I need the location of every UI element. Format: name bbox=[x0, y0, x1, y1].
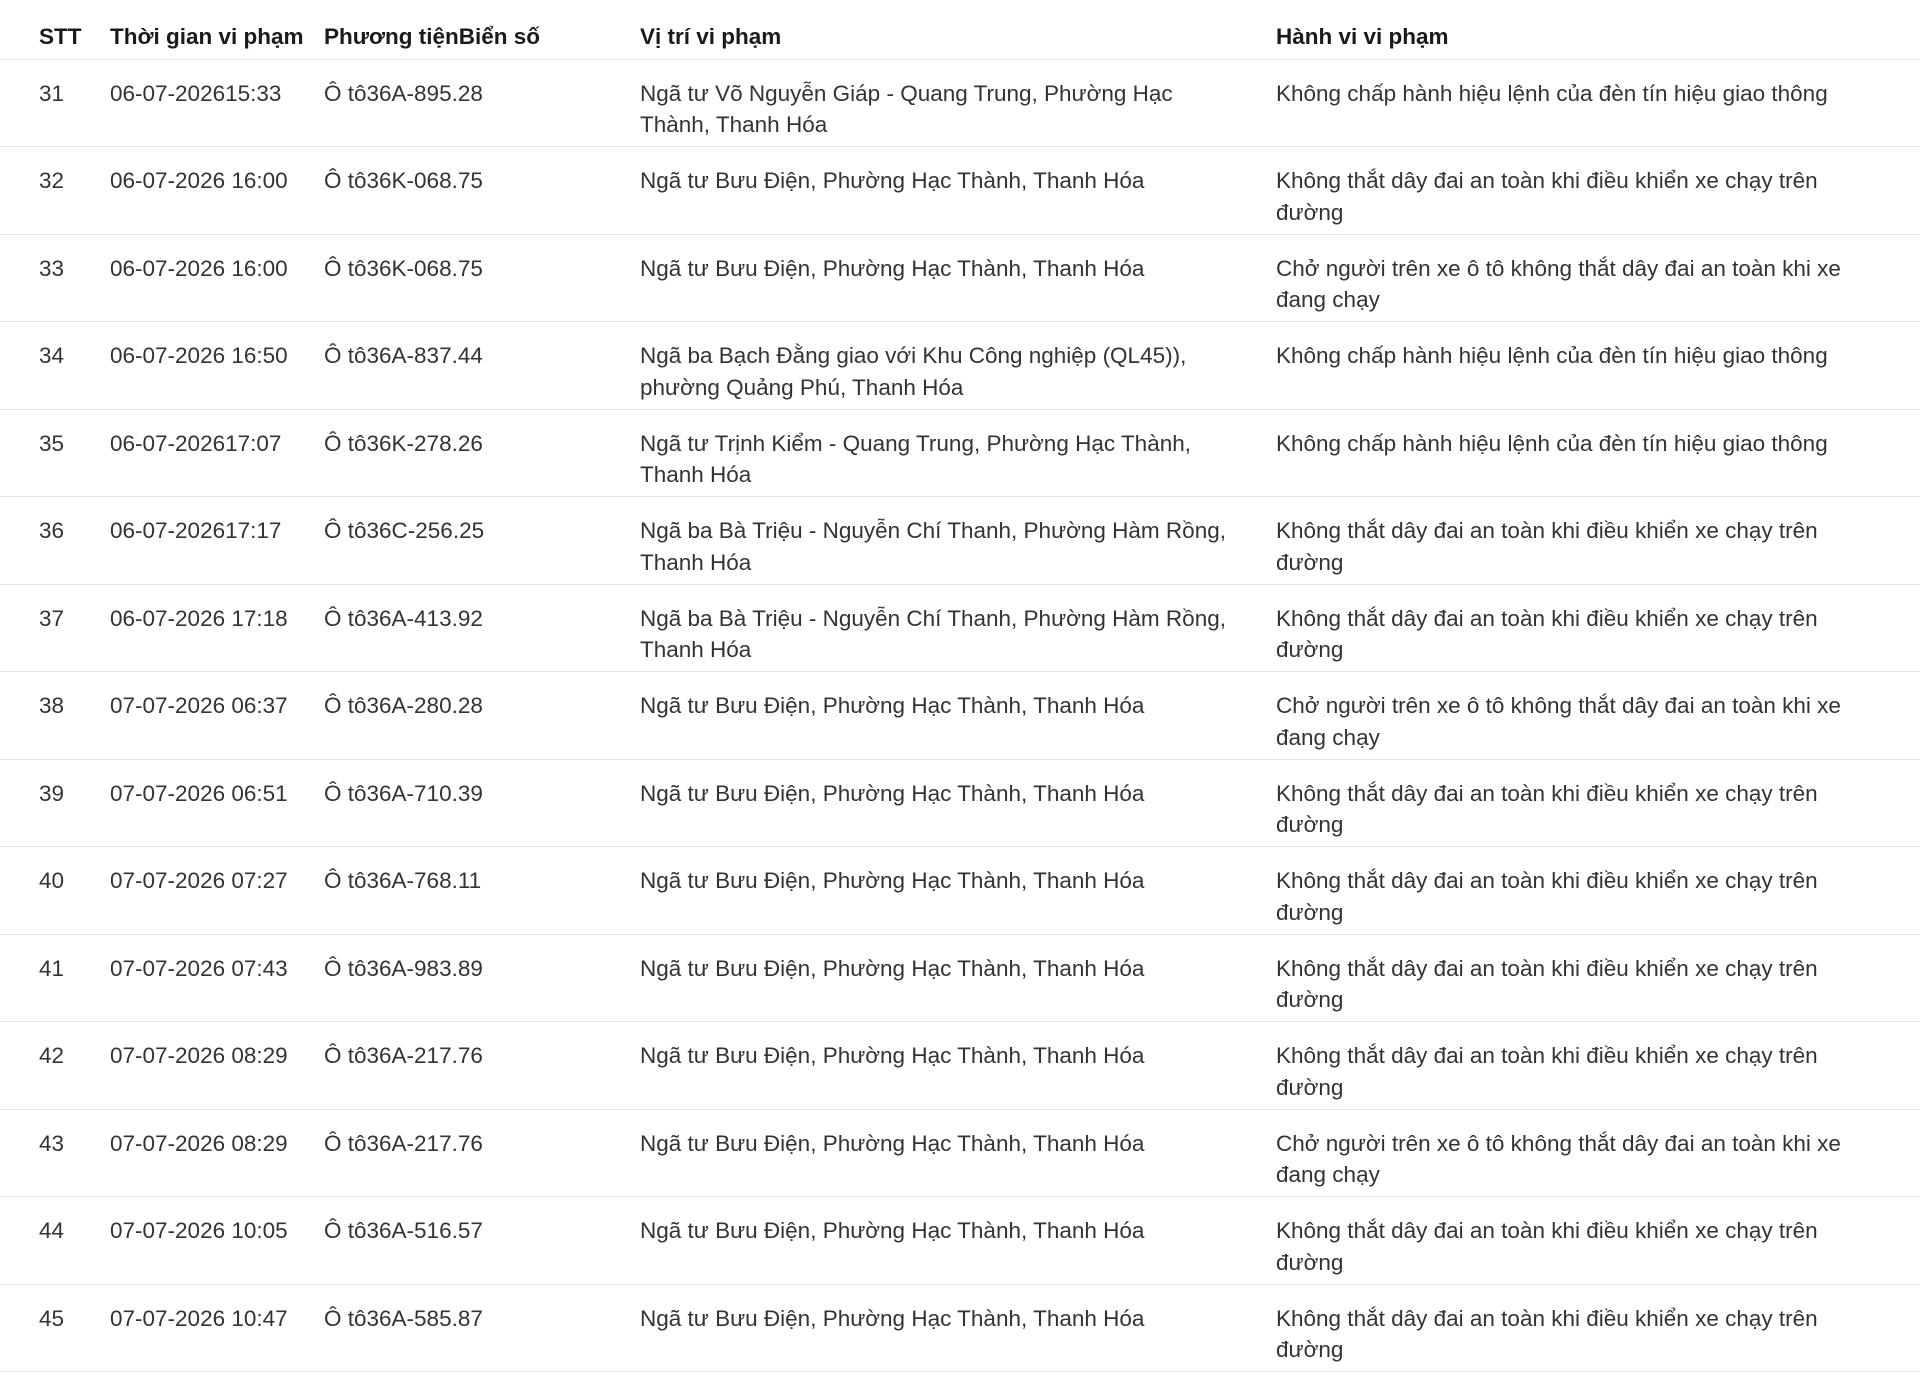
table-row: 36 06-07-202617:17 Ô tô36C-256.25 Ngã ba Bà… bbox=[0, 496, 1920, 585]
cell-violation-time: 07-07-2026 08:29 bbox=[110, 1021, 324, 1110]
table-row: 40 07-07-2026 07:27 Ô tô36A-768.11 Ngã tư B… bbox=[0, 846, 1920, 935]
table-row: 41 07-07-2026 07:43 Ô tô36A-983.89 Ngã tư B… bbox=[0, 934, 1920, 1022]
cell-stt: 41 bbox=[0, 934, 110, 1022]
cell-violation-behavior: Chở người trên xe ô tô không thắt dây đa… bbox=[1276, 1109, 1920, 1197]
cell-violation-time: 06-07-2026 16:50 bbox=[110, 321, 324, 410]
cell-stt: 42 bbox=[0, 1021, 110, 1110]
cell-stt: 31 bbox=[0, 59, 110, 147]
cell-violation-behavior: Không chấp hành hiệu lệnh của đèn tín hi… bbox=[1276, 321, 1920, 410]
cell-violation-behavior: Không thắt dây đai an toàn khi điều khiể… bbox=[1276, 759, 1920, 847]
cell-stt: 33 bbox=[0, 234, 110, 322]
cell-violation-behavior: Không chấp hành hiệu lệnh của đèn tín hi… bbox=[1276, 409, 1920, 497]
cell-vehicle-plate: Ô tô36K-068.75 bbox=[324, 234, 640, 322]
cell-violation-time: 06-07-202615:33 bbox=[110, 59, 324, 147]
cell-stt: 36 bbox=[0, 496, 110, 585]
cell-location: Ngã tư Bưu Điện, Phường Hạc Thành, Thanh… bbox=[640, 1196, 1276, 1285]
cell-stt: 44 bbox=[0, 1196, 110, 1285]
cell-stt: 32 bbox=[0, 146, 110, 235]
cell-location: Ngã ba Bà Triệu - Nguyễn Chí Thanh, Phườ… bbox=[640, 496, 1276, 585]
cell-location: Ngã tư Bưu Điện, Phường Hạc Thành, Thanh… bbox=[640, 1021, 1276, 1110]
cell-location: Ngã tư Trịnh Kiểm - Quang Trung, Phường … bbox=[640, 409, 1276, 497]
cell-location: Ngã ba Bà Triệu - Nguyễn Chí Thanh, Phườ… bbox=[640, 584, 1276, 672]
cell-stt: 35 bbox=[0, 409, 110, 497]
cell-violation-behavior: Không thắt dây đai an toàn khi điều khiể… bbox=[1276, 1284, 1920, 1372]
cell-vehicle-plate: Ô tô36A-983.89 bbox=[324, 934, 640, 1022]
table-row: 44 07-07-2026 10:05 Ô tô36A-516.57 Ngã tư B… bbox=[0, 1196, 1920, 1285]
cell-vehicle-plate: Ô tô36A-280.28 bbox=[324, 671, 640, 760]
cell-violation-behavior: Không thắt dây đai an toàn khi điều khiể… bbox=[1276, 146, 1920, 235]
cell-violation-time: 07-07-2026 06:51 bbox=[110, 759, 324, 847]
cell-location: Ngã tư Bưu Điện, Phường Hạc Thành, Thanh… bbox=[640, 1109, 1276, 1197]
cell-location: Ngã tư Bưu Điện, Phường Hạc Thành, Thanh… bbox=[640, 759, 1276, 847]
table-row: 38 07-07-2026 06:37 Ô tô36A-280.28 Ngã tư B… bbox=[0, 671, 1920, 760]
cell-vehicle-plate: Ô tô36A-837.44 bbox=[324, 321, 640, 410]
table-row: 37 06-07-2026 17:18 Ô tô36A-413.92 Ngã ba B… bbox=[0, 584, 1920, 672]
cell-violation-behavior: Không thắt dây đai an toàn khi điều khiể… bbox=[1276, 1021, 1920, 1110]
cell-location: Ngã tư Bưu Điện, Phường Hạc Thành, Thanh… bbox=[640, 846, 1276, 935]
cell-location: Ngã tư Bưu Điện, Phường Hạc Thành, Thanh… bbox=[640, 934, 1276, 1022]
table-body: 31 06-07-202615:33 Ô tô36A-895.28 Ngã tư Võ… bbox=[0, 59, 1920, 1372]
cell-vehicle-plate: Ô tô36K-278.26 bbox=[324, 409, 640, 497]
cell-violation-time: 06-07-2026 17:18 bbox=[110, 584, 324, 672]
cell-vehicle-plate: Ô tô36A-768.11 bbox=[324, 846, 640, 935]
cell-vehicle-plate: Ô tô36C-256.25 bbox=[324, 496, 640, 585]
cell-stt: 38 bbox=[0, 671, 110, 760]
cell-violation-time: 06-07-2026 16:00 bbox=[110, 234, 324, 322]
cell-violation-behavior: Chở người trên xe ô tô không thắt dây đa… bbox=[1276, 234, 1920, 322]
column-header-stt: STT bbox=[0, 0, 110, 60]
cell-violation-time: 07-07-2026 06:37 bbox=[110, 671, 324, 760]
cell-violation-time: 07-07-2026 08:29 bbox=[110, 1109, 324, 1197]
cell-vehicle-plate: Ô tô36A-413.92 bbox=[324, 584, 640, 672]
table-row: 35 06-07-202617:07 Ô tô36K-278.26 Ngã tư Tr… bbox=[0, 409, 1920, 497]
cell-vehicle-plate: Ô tô36A-217.76 bbox=[324, 1109, 640, 1197]
cell-violation-behavior: Chở người trên xe ô tô không thắt dây đa… bbox=[1276, 671, 1920, 760]
table-row: 34 06-07-2026 16:50 Ô tô36A-837.44 Ngã ba B… bbox=[0, 321, 1920, 410]
column-header-location: Vị trí vi phạm bbox=[640, 0, 1276, 60]
cell-stt: 37 bbox=[0, 584, 110, 672]
cell-location: Ngã tư Võ Nguyễn Giáp - Quang Trung, Phư… bbox=[640, 59, 1276, 147]
table-row: 42 07-07-2026 08:29 Ô tô36A-217.76 Ngã tư B… bbox=[0, 1021, 1920, 1110]
cell-vehicle-plate: Ô tô36A-895.28 bbox=[324, 59, 640, 147]
cell-violation-behavior: Không thắt dây đai an toàn khi điều khiể… bbox=[1276, 846, 1920, 935]
cell-violation-time: 06-07-202617:17 bbox=[110, 496, 324, 585]
cell-violation-behavior: Không thắt dây đai an toàn khi điều khiể… bbox=[1276, 1196, 1920, 1285]
cell-location: Ngã tư Bưu Điện, Phường Hạc Thành, Thanh… bbox=[640, 234, 1276, 322]
table-row: 31 06-07-202615:33 Ô tô36A-895.28 Ngã tư Võ… bbox=[0, 59, 1920, 147]
cell-vehicle-plate: Ô tô36A-516.57 bbox=[324, 1196, 640, 1285]
column-header-time: Thời gian vi phạm bbox=[110, 0, 324, 60]
table-header-row: STT Thời gian vi phạm Phương tiệnBiển số… bbox=[0, 0, 1920, 60]
cell-vehicle-plate: Ô tô36K-068.75 bbox=[324, 146, 640, 235]
cell-location: Ngã tư Bưu Điện, Phường Hạc Thành, Thanh… bbox=[640, 671, 1276, 760]
column-header-violation: Hành vi vi phạm bbox=[1276, 0, 1920, 60]
cell-stt: 45 bbox=[0, 1284, 110, 1372]
violations-table: STT Thời gian vi phạm Phương tiệnBiển số… bbox=[0, 0, 1920, 1372]
cell-violation-time: 07-07-2026 10:47 bbox=[110, 1284, 324, 1372]
cell-violation-time: 07-07-2026 07:27 bbox=[110, 846, 324, 935]
cell-location: Ngã ba Bạch Đằng giao với Khu Công nghiệ… bbox=[640, 321, 1276, 410]
cell-violation-behavior: Không chấp hành hiệu lệnh của đèn tín hi… bbox=[1276, 59, 1920, 147]
cell-violation-time: 07-07-2026 07:43 bbox=[110, 934, 324, 1022]
column-header-vehicle: Phương tiệnBiển số bbox=[324, 0, 640, 60]
cell-stt: 39 bbox=[0, 759, 110, 847]
cell-violation-behavior: Không thắt dây đai an toàn khi điều khiể… bbox=[1276, 934, 1920, 1022]
cell-violation-behavior: Không thắt dây đai an toàn khi điều khiể… bbox=[1276, 584, 1920, 672]
cell-location: Ngã tư Bưu Điện, Phường Hạc Thành, Thanh… bbox=[640, 146, 1276, 235]
table-row: 43 07-07-2026 08:29 Ô tô36A-217.76 Ngã tư B… bbox=[0, 1109, 1920, 1197]
cell-stt: 40 bbox=[0, 846, 110, 935]
cell-vehicle-plate: Ô tô36A-217.76 bbox=[324, 1021, 640, 1110]
cell-stt: 34 bbox=[0, 321, 110, 410]
cell-vehicle-plate: Ô tô36A-585.87 bbox=[324, 1284, 640, 1372]
table-row: 45 07-07-2026 10:47 Ô tô36A-585.87 Ngã tư B… bbox=[0, 1284, 1920, 1372]
table-row: 33 06-07-2026 16:00 Ô tô36K-068.75 Ngã tư B… bbox=[0, 234, 1920, 322]
cell-violation-time: 07-07-2026 10:05 bbox=[110, 1196, 324, 1285]
table-row: 39 07-07-2026 06:51 Ô tô36A-710.39 Ngã tư B… bbox=[0, 759, 1920, 847]
cell-violation-behavior: Không thắt dây đai an toàn khi điều khiể… bbox=[1276, 496, 1920, 585]
cell-location: Ngã tư Bưu Điện, Phường Hạc Thành, Thanh… bbox=[640, 1284, 1276, 1372]
cell-violation-time: 06-07-2026 16:00 bbox=[110, 146, 324, 235]
cell-stt: 43 bbox=[0, 1109, 110, 1197]
cell-violation-time: 06-07-202617:07 bbox=[110, 409, 324, 497]
cell-vehicle-plate: Ô tô36A-710.39 bbox=[324, 759, 640, 847]
table-row: 32 06-07-2026 16:00 Ô tô36K-068.75 Ngã tư B… bbox=[0, 146, 1920, 235]
